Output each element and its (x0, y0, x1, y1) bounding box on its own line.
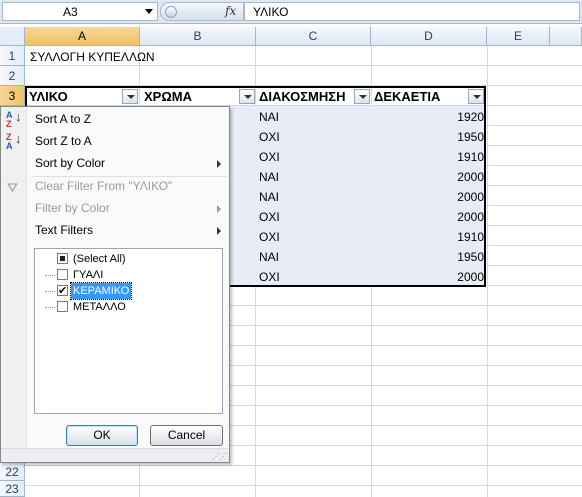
cell-decade[interactable]: 2000 (372, 210, 484, 224)
header-cell-decoration[interactable]: ΔΙΑΚΟΣΜΗΣΗ (256, 87, 370, 106)
cancel-button[interactable]: Cancel (150, 425, 223, 446)
cell-decoration[interactable]: ΟΧΙ (259, 230, 280, 244)
table-body-area (230, 106, 254, 286)
cell-decade[interactable]: 1920 (372, 110, 484, 124)
filter-dropdown-color[interactable] (239, 89, 255, 104)
column-header-d[interactable]: D (371, 27, 487, 46)
formula-bar: A3 fx ΥΛΙΚΟ (0, 0, 582, 24)
checkbox-unchecked[interactable] (57, 269, 68, 280)
column-header-c[interactable]: C (256, 27, 371, 46)
column-header-f[interactable] (550, 27, 582, 46)
sheet-title[interactable]: ΣΥΛΛΟΓΗ ΚΥΠΕΛΛΩΝ (30, 50, 155, 64)
row-header-1[interactable]: 1 (0, 46, 25, 66)
cell-decade[interactable]: 1950 (372, 130, 484, 144)
cell-decoration[interactable]: ΝΑΙ (259, 190, 279, 204)
resize-grip[interactable]: ⋰⋰ (1, 448, 229, 462)
column-header-a[interactable]: A (25, 27, 140, 46)
filter-values-list[interactable]: (Select All) ΓΥΑΛΙ ΚΕΡΑΜΙΚΟ ΜΕΤΑΛΛΟ (34, 248, 223, 414)
cell-decoration[interactable]: ΟΧΙ (259, 130, 280, 144)
name-box[interactable]: A3 (2, 2, 158, 21)
text-filters-item[interactable]: Text Filters (1, 219, 229, 241)
column-header-b[interactable]: B (140, 27, 256, 46)
cell-decoration[interactable]: ΝΑΙ (259, 110, 279, 124)
cell-decoration[interactable]: ΝΑΙ (259, 170, 279, 184)
insert-function-icon[interactable]: fx (225, 4, 236, 18)
autofilter-menu: A Z ↓ Sort A to Z Z A ↓ Sort Z to A Sort by … (0, 106, 230, 463)
filter-dropdown-decoration[interactable] (354, 89, 370, 104)
cell-decoration[interactable]: ΟΧΙ (259, 210, 280, 224)
row-header-3[interactable]: 3 (0, 86, 25, 106)
sort-z-to-a-item[interactable]: Sort Z to A (1, 130, 229, 152)
cell-decade[interactable]: 2000 (372, 270, 484, 284)
name-box-dropdown-icon[interactable] (145, 9, 153, 14)
filter-dropdown-decade[interactable] (468, 89, 484, 104)
row-header-22[interactable]: 22 (0, 463, 25, 481)
checkbox-partial[interactable] (57, 253, 68, 264)
resize-handle-icon[interactable] (165, 6, 177, 18)
checkbox-unchecked[interactable] (57, 301, 68, 312)
filter-by-color-item: Filter by Color (1, 197, 229, 219)
cell-decoration[interactable]: ΟΧΙ (259, 150, 280, 164)
formula-bar-resize[interactable]: fx (160, 2, 244, 21)
name-box-value: A3 (63, 5, 78, 19)
cell-decade[interactable]: 1910 (372, 230, 484, 244)
select-all-corner[interactable] (0, 27, 25, 46)
submenu-arrow-icon (217, 227, 221, 235)
cell-decoration[interactable]: ΟΧΙ (259, 270, 280, 284)
row-header-23[interactable]: 23 (0, 481, 25, 497)
row-header-2[interactable]: 2 (0, 66, 25, 86)
formula-input[interactable]: ΥΛΙΚΟ (244, 2, 580, 21)
submenu-arrow-icon (217, 160, 221, 168)
submenu-arrow-icon (217, 205, 221, 213)
formula-text: ΥΛΙΚΟ (253, 5, 289, 19)
filter-dropdown-material[interactable] (122, 89, 138, 104)
sort-by-color-item[interactable]: Sort by Color (1, 152, 229, 174)
cell-decade[interactable]: 1950 (372, 250, 484, 264)
cell-decoration[interactable]: ΝΑΙ (259, 250, 279, 264)
sort-a-to-z-item[interactable]: Sort A to Z (1, 108, 229, 130)
clear-filter-item: Clear Filter From "ΥΛΙΚΟ" (35, 179, 173, 193)
header-cell-color[interactable]: ΧΡΩΜΑ (141, 87, 255, 106)
ok-button[interactable]: OK (66, 425, 138, 446)
column-header-e[interactable]: E (487, 27, 550, 46)
cell-decade[interactable]: 1910 (372, 150, 484, 164)
resize-grip-icon[interactable]: ⋰⋰ (212, 452, 227, 461)
checkbox-checked[interactable] (57, 283, 68, 299)
cell-decade[interactable]: 2000 (372, 170, 484, 184)
cell-decade[interactable]: 2000 (372, 190, 484, 204)
